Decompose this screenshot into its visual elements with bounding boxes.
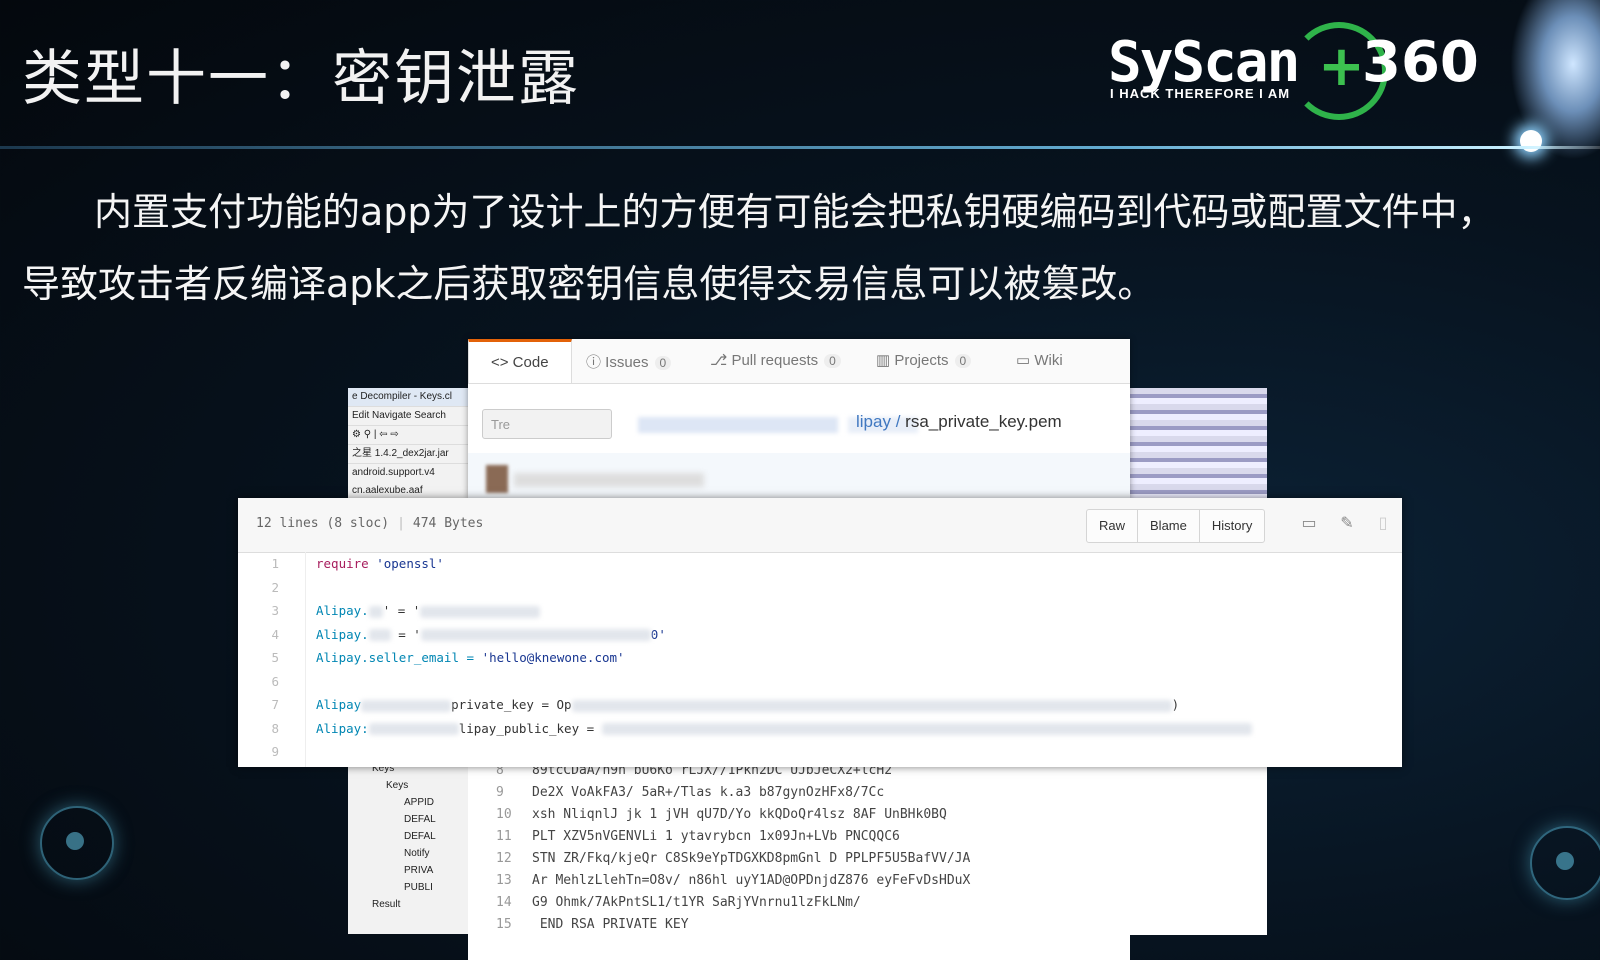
code-line: 8 Alipay: lipay_public_key = — [238, 717, 1402, 741]
pem-line: 11 PLT XZV5nVGENVLi 1 ytavrybcn 1x09Jn+LV… — [496, 829, 900, 844]
code-line: 3 Alipay. ' = ' — [238, 599, 1402, 623]
decompiler-menu[interactable]: Edit Navigate Search — [348, 407, 468, 426]
file-header: 12 lines (8 sloc) | 474 Bytes Raw Blame Hi… — [238, 498, 1402, 553]
decompiler-title: e Decompiler - Keys.cl — [348, 388, 468, 407]
window-edge — [1130, 765, 1267, 935]
avatar[interactable] — [486, 465, 508, 493]
code-line: 1 require 'openssl' — [271, 556, 444, 571]
tab-pull-requests[interactable]: ⎇ Pull requests 0 — [710, 351, 841, 369]
tree-item[interactable]: DEFAL — [372, 828, 436, 845]
branch-selector[interactable]: Tre — [482, 409, 612, 439]
pem-line: 15 END RSA PRIVATE KEY — [496, 917, 689, 932]
decorative-circuit-icon — [40, 806, 114, 880]
tab-wiki[interactable]: ▭ Wiki — [1016, 351, 1063, 369]
github-repo-header: <> Code ⓘ Issues 0 ⎇ Pull requests 0 ▥ Pro… — [468, 339, 1130, 499]
tree-item[interactable]: PRIVA — [372, 862, 436, 879]
commit-row — [468, 453, 1130, 499]
breadcrumb-dir[interactable]: lipay — [856, 412, 891, 431]
pem-line: 12 STN ZR/Fkq/kjeQr C8Sk9eYpTDGXKD8pmGnl … — [496, 851, 971, 866]
logo-tagline: I HACK THEREFORE I AM — [1110, 86, 1291, 101]
desktop-icon[interactable]: ▭ — [1298, 512, 1320, 534]
tab-code[interactable]: <> Code — [468, 339, 572, 383]
tree-item[interactable]: DEFAL — [372, 811, 436, 828]
code-line: 2 — [271, 579, 279, 595]
tab-issues[interactable]: ⓘ Issues 0 — [586, 351, 672, 372]
logo-number: 360 — [1362, 30, 1479, 95]
redacted-path — [638, 417, 838, 433]
paragraph-line-2: 导致攻击者反编译apk之后获取密钥信息使得交易信息可以被篡改。 — [22, 262, 1156, 306]
github-file-view: 12 lines (8 sloc) | 474 Bytes Raw Blame Hi… — [238, 498, 1402, 767]
class-tree: Keys Keys APPID DEFAL DEFAL Notify PRIVA… — [372, 760, 436, 913]
code-line: 6 — [271, 673, 279, 689]
tab-projects[interactable]: ▥ Projects 0 — [876, 351, 972, 369]
slide-title: 类型十一：密钥泄露 — [22, 44, 580, 114]
decorative-circuit-icon — [1530, 826, 1600, 900]
blame-button[interactable]: Blame — [1138, 510, 1200, 542]
code-line: 7 Alipay private_key = Op) — [271, 697, 1180, 712]
pem-line: 10 xsh NliqnlJ jk 1 jVH qU7D/Yo kkQDoQr4l… — [496, 807, 947, 822]
repo-tabs: <> Code ⓘ Issues 0 ⎇ Pull requests 0 ▥ Pro… — [468, 339, 1130, 384]
jar-tab[interactable]: 之星 1.4.2_dex2jar.jar — [348, 445, 468, 464]
window-edge — [1130, 388, 1267, 502]
code-line: 9 — [271, 744, 279, 759]
tree-item[interactable]: Keys — [372, 777, 436, 794]
tree-item[interactable]: PUBLI — [372, 879, 436, 896]
pem-line: 14 G9 Ohmk/7AkPntSL1/t1YR SaRjYVnrnu1lzFk… — [496, 895, 861, 910]
redacted-commit — [514, 473, 704, 487]
paragraph-line-1: 内置支付功能的app为了设计上的方便有可能会把私钥硬编码到代码或配置文件中， — [94, 190, 1496, 234]
logo-plus: + — [1318, 34, 1365, 99]
file-info: 12 lines (8 sloc) | 474 Bytes — [256, 516, 484, 531]
tree-item[interactable]: Result — [372, 896, 436, 913]
trash-icon[interactable]: ▯ — [1372, 512, 1394, 534]
decompiler-toolbar[interactable]: ⚙ ⚲ | ⇦ ⇨ — [348, 426, 468, 445]
breadcrumb-file: rsa_private_key.pem — [905, 412, 1062, 431]
code-line: 4 Alipay. = ' 0' — [271, 626, 666, 642]
tree-item[interactable]: APPID — [372, 794, 436, 811]
file-actions: Raw Blame History — [1086, 509, 1266, 543]
pem-code-panel: 8 89tcCDaA/n9n bU6Ko rLJX//1Pkn2DC UJbJeC… — [468, 765, 1130, 960]
tree-item[interactable]: android.support.v4 — [348, 464, 468, 482]
code-block: 1 require 'openssl' 2 3 Alipay. ' = ' 4 Alip… — [238, 552, 1402, 767]
syscan360-logo: SyScan + 360 I HACK THEREFORE I AM — [1108, 22, 1479, 120]
header-divider — [0, 146, 1600, 149]
history-button[interactable]: History — [1200, 510, 1264, 542]
breadcrumb: lipay / rsa_private_key.pem — [856, 412, 1062, 431]
pencil-icon[interactable]: ✎ — [1336, 512, 1358, 534]
pem-line: 9 De2X VoAkFA3/ 5aR+/Tlas k.a3 b87gynOzHF… — [496, 785, 885, 800]
raw-button[interactable]: Raw — [1087, 510, 1139, 542]
pem-line: 13 Ar MehlzLlehTn=O8v/ n86hl uyY1AD@OPDnj… — [496, 873, 971, 888]
code-line: 5 Alipay.seller_email = 'hello@knewone.co… — [271, 650, 625, 665]
tree-item[interactable]: Notify — [372, 845, 436, 862]
